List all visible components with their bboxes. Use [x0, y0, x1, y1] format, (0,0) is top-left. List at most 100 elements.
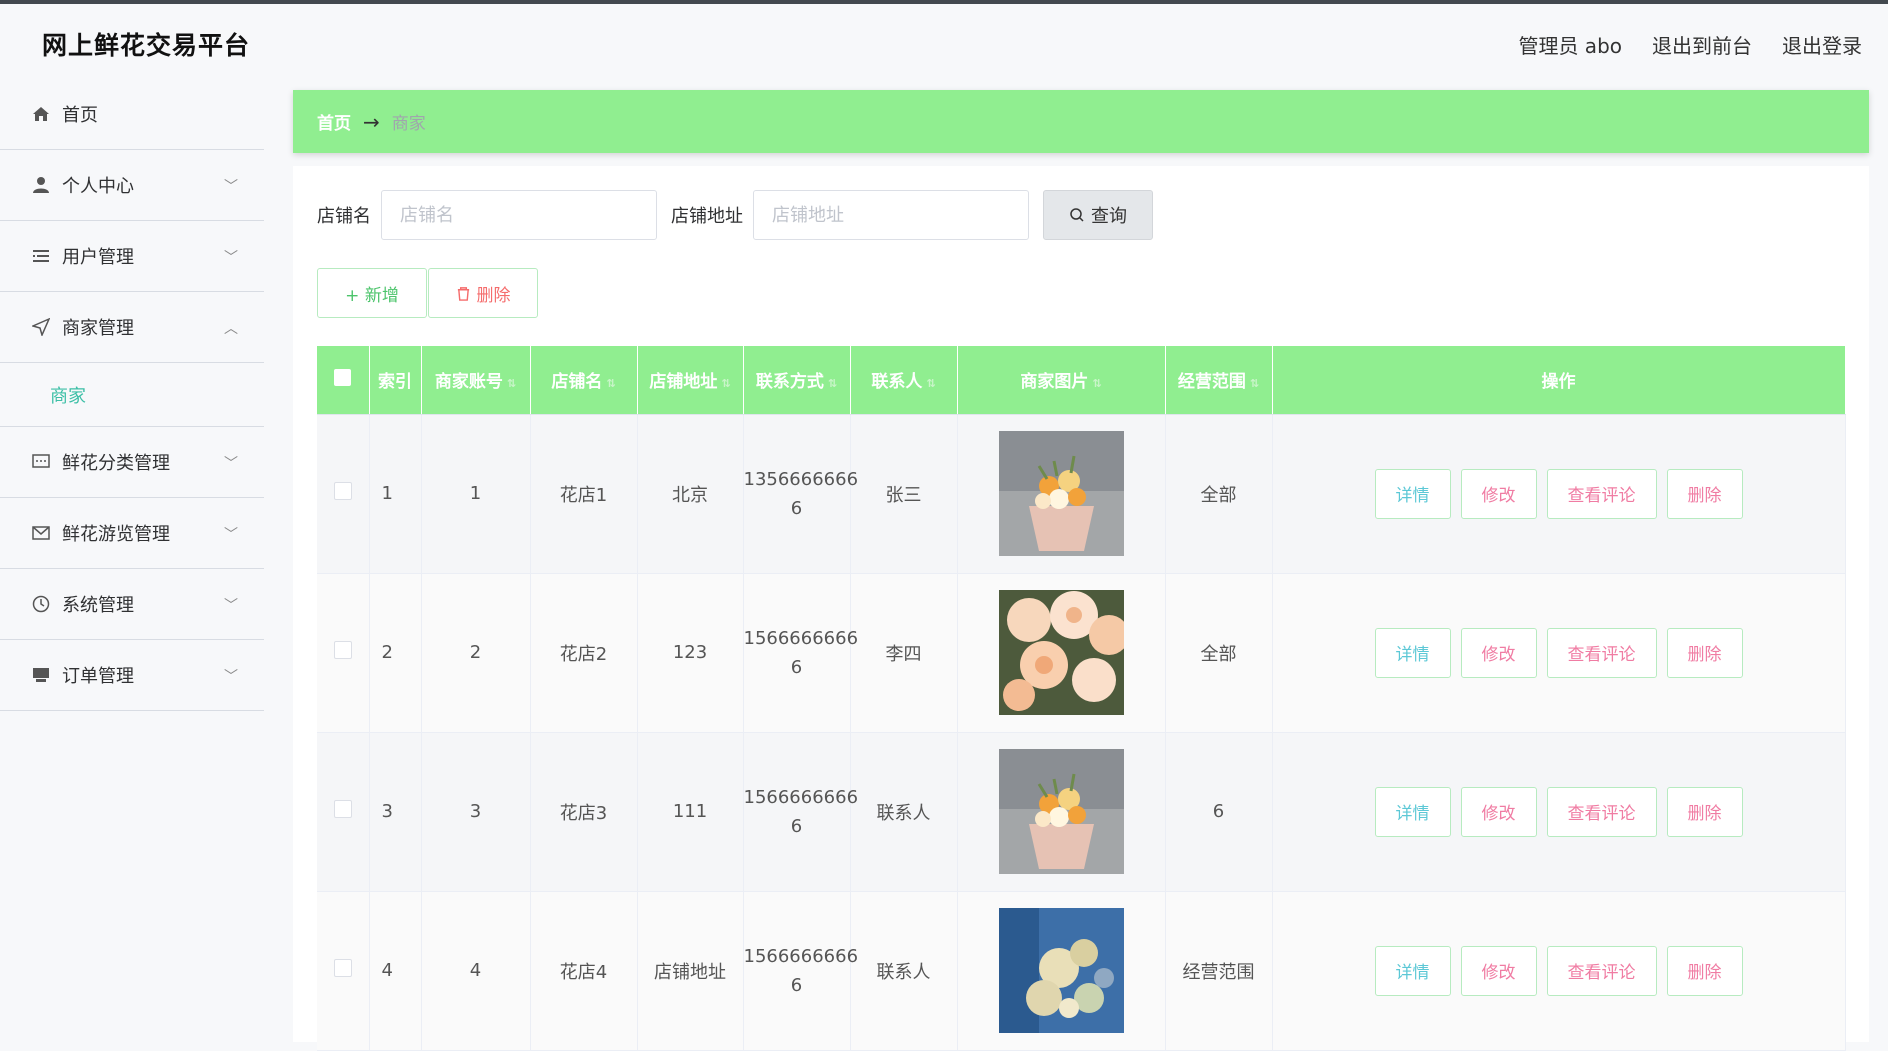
select-all-checkbox[interactable] — [334, 368, 352, 386]
cell-image — [957, 414, 1166, 574]
col-header-scope[interactable]: 经营范围 ⇅ — [1165, 346, 1273, 415]
shop-name-label: 店铺名 — [317, 206, 371, 227]
navigation-icon — [30, 316, 52, 338]
col-header-image[interactable]: 商家图片 ⇅ — [957, 346, 1166, 415]
row-checkbox[interactable] — [333, 482, 352, 500]
action-bar: + 新增 删除 — [317, 268, 538, 318]
top-bar: 网上鲜花交易平台 管理员 abo 退出到前台 退出登录 — [0, 0, 1888, 80]
sort-icon[interactable]: ⇅ — [507, 377, 516, 390]
sidebar-item-system[interactable]: 系统管理 ﹀ — [0, 569, 264, 640]
sort-icon[interactable]: ⇅ — [926, 377, 935, 390]
delete-button[interactable]: 删除 — [1666, 468, 1743, 519]
select-all-cell[interactable] — [317, 346, 370, 415]
col-header-shop[interactable]: 店铺名 ⇅ — [530, 346, 638, 415]
add-button[interactable]: + 新增 — [317, 268, 427, 318]
col-header-account[interactable]: 商家账号 ⇅ — [421, 346, 531, 415]
phone-line-2: 6 — [790, 974, 803, 996]
admin-user-link[interactable]: 管理员 abo — [1518, 30, 1622, 59]
row-checkbox[interactable] — [333, 641, 352, 659]
sort-icon[interactable]: ⇅ — [1092, 377, 1101, 390]
cell-actions: 详情 修改 查看评论 删除 — [1272, 732, 1846, 892]
chevron-down-icon: ﹀ — [224, 250, 238, 266]
row-select-cell[interactable] — [317, 573, 370, 733]
batch-delete-button[interactable]: 删除 — [428, 268, 538, 318]
sidebar-item-merchants[interactable]: 商家管理 ︿ — [0, 292, 264, 363]
col-header-account-label: 商家账号 — [434, 372, 503, 393]
edit-button[interactable]: 修改 — [1460, 945, 1537, 996]
cell-account: 4 — [421, 891, 531, 1051]
shop-address-input[interactable] — [753, 190, 1029, 240]
merchant-image[interactable] — [998, 590, 1124, 715]
edit-button[interactable]: 修改 — [1460, 786, 1537, 837]
shop-name-input[interactable] — [381, 190, 657, 240]
sidebar-subitem-merchant[interactable]: 商家 — [0, 363, 264, 427]
merchant-image[interactable] — [998, 431, 1124, 556]
cell-contact: 李四 — [850, 573, 958, 733]
sidebar-item-orders[interactable]: 订单管理 ﹀ — [0, 640, 264, 711]
cell-account: 1 — [421, 414, 531, 574]
cell-phone: 1566666666 6 — [743, 732, 859, 892]
view-reviews-button[interactable]: 查看评论 — [1546, 468, 1657, 519]
search-bar: 店铺名 店铺地址 查询 — [317, 190, 1153, 240]
query-button-label: 查询 — [1091, 206, 1127, 227]
sidebar: 首页 个人中心 ﹀ 用户管理 ﹀ 商家管理 ︿ 商家 鲜花分类管理 ﹀ 鲜花游览… — [0, 78, 264, 1042]
sidebar-item-flower-browse[interactable]: 鲜花游览管理 ﹀ — [0, 498, 264, 569]
sort-icon[interactable]: ⇅ — [1250, 377, 1259, 390]
breadcrumb: 首页 → 商家 — [293, 90, 1869, 153]
detail-button[interactable]: 详情 — [1374, 468, 1451, 519]
arrow-right-icon: → — [363, 109, 380, 134]
col-header-index: 索引 — [369, 346, 422, 415]
chevron-down-icon: ﹀ — [224, 669, 238, 685]
merchant-image[interactable] — [998, 908, 1124, 1033]
sort-icon[interactable]: ⇅ — [828, 377, 837, 390]
col-header-image-label: 商家图片 — [1020, 372, 1089, 393]
delete-button[interactable]: 删除 — [1666, 627, 1743, 678]
sidebar-item-home[interactable]: 首页 — [0, 78, 264, 150]
col-header-contact[interactable]: 联系人 ⇅ — [850, 346, 958, 415]
col-header-phone[interactable]: 联系方式 ⇅ — [743, 346, 851, 415]
cell-image — [957, 732, 1166, 892]
delete-button[interactable]: 删除 — [1666, 786, 1743, 837]
cell-account: 2 — [421, 573, 531, 733]
sidebar-item-label: 商家管理 — [62, 318, 134, 339]
row-checkbox[interactable] — [333, 959, 352, 977]
chevron-down-icon: ﹀ — [224, 456, 238, 472]
detail-button[interactable]: 详情 — [1374, 786, 1451, 837]
logout-link[interactable]: 退出登录 — [1782, 30, 1862, 59]
row-checkbox[interactable] — [333, 800, 352, 818]
cell-index: 1 — [369, 414, 422, 574]
query-button[interactable]: 查询 — [1043, 190, 1153, 240]
edit-button[interactable]: 修改 — [1460, 468, 1537, 519]
sidebar-item-label: 用户管理 — [62, 247, 134, 268]
sort-icon[interactable]: ⇅ — [606, 377, 615, 390]
detail-button[interactable]: 详情 — [1374, 945, 1451, 996]
chevron-down-icon: ﹀ — [224, 527, 238, 543]
row-select-cell[interactable] — [317, 891, 370, 1051]
delete-button[interactable]: 删除 — [1666, 945, 1743, 996]
view-reviews-button[interactable]: 查看评论 — [1546, 627, 1657, 678]
breadcrumb-home[interactable]: 首页 — [317, 109, 351, 134]
detail-button[interactable]: 详情 — [1374, 627, 1451, 678]
exit-to-front-link[interactable]: 退出到前台 — [1652, 30, 1752, 59]
sidebar-item-flower-category[interactable]: 鲜花分类管理 ﹀ — [0, 427, 264, 498]
cell-actions: 详情 修改 查看评论 删除 — [1272, 891, 1846, 1051]
cell-shop: 花店4 — [530, 891, 638, 1051]
row-select-cell[interactable] — [317, 732, 370, 892]
cell-shop: 花店1 — [530, 414, 638, 574]
sort-icon[interactable]: ⇅ — [721, 377, 730, 390]
view-reviews-button[interactable]: 查看评论 — [1546, 945, 1657, 996]
view-reviews-button[interactable]: 查看评论 — [1546, 786, 1657, 837]
edit-button[interactable]: 修改 — [1460, 627, 1537, 678]
sidebar-item-personal[interactable]: 个人中心 ﹀ — [0, 150, 264, 221]
cell-actions: 详情 修改 查看评论 删除 — [1272, 573, 1846, 733]
phone-line-2: 6 — [790, 656, 803, 678]
col-header-address[interactable]: 店铺地址 ⇅ — [637, 346, 744, 415]
phone-line-1: 1566666666 — [743, 786, 859, 808]
row-select-cell[interactable] — [317, 414, 370, 574]
sidebar-item-label: 订单管理 — [62, 666, 134, 687]
table-row: 2 2 花店2 123 1566666666 6 李四 全部 详情 修改 查看评… — [317, 573, 1846, 733]
merchant-image[interactable] — [998, 749, 1124, 874]
sidebar-item-label: 个人中心 — [62, 176, 134, 197]
sidebar-item-users[interactable]: 用户管理 ﹀ — [0, 221, 264, 292]
col-header-contact-label: 联系人 — [871, 372, 923, 393]
